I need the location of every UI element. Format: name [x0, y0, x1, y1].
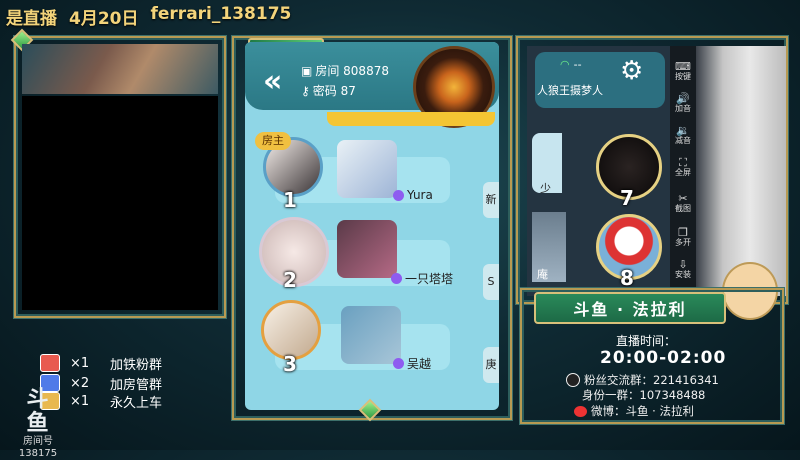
- toolbar-screenshot-button[interactable]: ✂ 截图: [670, 192, 696, 214]
- perk-count: ×2: [70, 375, 90, 391]
- stream-user: ferrari_138175: [150, 4, 292, 24]
- left-panel-artwork: [22, 44, 218, 94]
- left-video-area: [22, 96, 218, 310]
- room-number-label: 房间号: [23, 436, 53, 447]
- stream-date: 4月20日: [69, 9, 139, 29]
- perk-count: ×1: [70, 393, 90, 409]
- toolbar-fullscreen-button[interactable]: ⛶ 全屏: [670, 156, 696, 178]
- perk-item: ×1 永久上车: [40, 392, 163, 411]
- fullscreen-icon: ⛶: [679, 156, 687, 169]
- id-group-line: 身份一群：107348488: [582, 388, 706, 402]
- day-indicator-bar: [327, 112, 495, 126]
- room-id: ▣ 房间 808878: [301, 63, 389, 79]
- weibo-icon: [574, 405, 587, 417]
- volume-down-icon: 🔉: [676, 124, 690, 137]
- character-card[interactable]: [341, 306, 401, 364]
- emulator-toolbar: ⌨ 按键 🔊 加音 🔉 减音 ⛶ 全屏 ✂ 截图 ❐ 多开 ⇩ 安装: [670, 46, 696, 296]
- role-icon: [393, 189, 404, 201]
- seat-stub: S: [483, 264, 499, 300]
- streamer-banner: 斗鱼 · 法拉利: [534, 292, 726, 324]
- fans-group-line: 粉丝交流群：221416341: [566, 372, 719, 388]
- keyboard-icon: ⌨: [675, 60, 691, 73]
- right-room-header: [535, 52, 665, 108]
- scissors-icon: ✂: [678, 192, 688, 205]
- seat-number: 2: [283, 268, 297, 292]
- character-card[interactable]: [337, 220, 397, 278]
- wifi-status: ◠ --: [560, 58, 582, 71]
- player-name: Yura: [393, 188, 433, 202]
- gift-icon: [40, 354, 60, 372]
- stream-time-value: 20:00-02:00: [600, 348, 727, 368]
- key-icon: ⚷: [301, 83, 310, 98]
- settings-gear-icon[interactable]: ⚙: [620, 58, 643, 84]
- back-arrow-icon[interactable]: «: [263, 64, 282, 99]
- game-mode-label: 人狼王摄梦人: [537, 84, 603, 97]
- character-card[interactable]: [337, 140, 397, 198]
- building-icon: ▣: [301, 63, 313, 78]
- room-password: ⚷ 密码 87: [301, 83, 356, 99]
- toolbar-install-button[interactable]: ⇩ 安装: [670, 258, 696, 280]
- perk-label: 加铁粉群: [110, 357, 163, 373]
- seat-number: 3: [283, 352, 297, 376]
- role-icon: [393, 358, 404, 369]
- stream-title: 是直播 4月20日 ferrari_138175: [6, 4, 292, 29]
- seat-number: 7: [620, 186, 634, 210]
- volume-up-icon: 🔊: [676, 92, 690, 105]
- owner-badge: 房主: [255, 132, 291, 150]
- game-screen: « ▣ 房间 808878 ⚷ 密码 87 1 Yura 新 房主 2 一只塔塔…: [245, 42, 499, 410]
- streamer-camera: [696, 46, 786, 296]
- toolbar-keys-button[interactable]: ⌨ 按键: [670, 60, 696, 82]
- douyu-watermark: 斗鱼 房间号 138175: [18, 387, 58, 460]
- seat-number: 1: [283, 188, 297, 212]
- toolbar-volume-down-button[interactable]: 🔉 减音: [670, 124, 696, 146]
- player-name: 吴越: [393, 355, 431, 372]
- perk-item: ×1 加铁粉群: [40, 354, 163, 373]
- seat-number: 8: [620, 266, 634, 290]
- toolbar-volume-up-button[interactable]: 🔊 加音: [670, 92, 696, 114]
- install-icon: ⇩: [678, 258, 688, 271]
- player-name: 一只塔塔: [391, 270, 453, 287]
- seat-stub: 少: [540, 182, 551, 195]
- stream-time-label: 直播时间：: [616, 334, 677, 348]
- role-icon: [391, 273, 402, 284]
- douyu-logo: 斗鱼: [26, 387, 50, 436]
- perk-count: ×1: [70, 355, 90, 371]
- seat-stub: 新: [483, 182, 499, 218]
- qq-icon: [566, 373, 580, 387]
- perk-item: ×2 加房管群: [40, 374, 163, 393]
- perk-label: 永久上车: [110, 395, 163, 411]
- wifi-icon: ◠: [560, 58, 570, 71]
- seat-stub: 庵: [537, 268, 548, 281]
- multi-window-icon: ❐: [678, 226, 688, 239]
- stream-live-label: 是直播: [6, 9, 57, 29]
- avatar[interactable]: [261, 300, 321, 360]
- perk-label: 加房管群: [110, 377, 163, 393]
- seat-stub: 庚: [483, 347, 499, 383]
- toolbar-multi-button[interactable]: ❐ 多开: [670, 226, 696, 248]
- weibo-line: 微博：斗鱼 · 法拉利: [574, 403, 694, 419]
